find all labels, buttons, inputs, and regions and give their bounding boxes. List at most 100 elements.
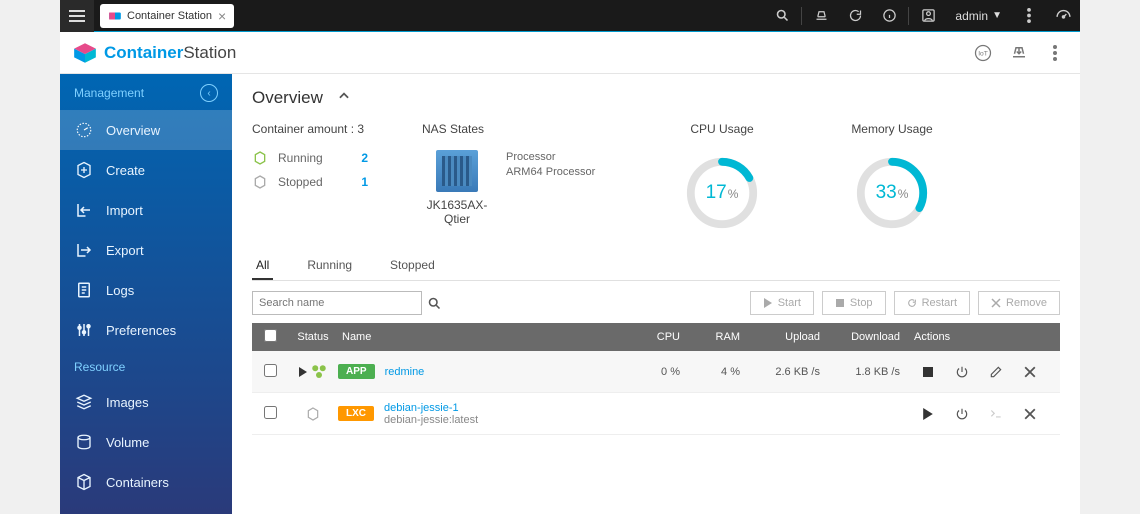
create-icon: [74, 160, 94, 180]
username: admin: [955, 9, 988, 23]
hamburger-icon[interactable]: [60, 0, 94, 32]
sidebar-item-overview[interactable]: Overview: [60, 110, 232, 150]
nas-name: JK1635AX-Qtier: [422, 198, 492, 226]
power-icon[interactable]: [954, 364, 970, 380]
nav-label: Overview: [106, 123, 160, 138]
sidebar-item-create[interactable]: Create: [60, 150, 232, 190]
table-row: LXC debian-jessie-1 debian-jessie:latest: [252, 393, 1060, 435]
power-icon[interactable]: [954, 406, 970, 422]
nav-label: Import: [106, 203, 143, 218]
info-icon[interactable]: [872, 0, 906, 32]
app-logo: ContainerStation: [72, 40, 236, 66]
row-checkbox[interactable]: [264, 364, 277, 377]
brand-b: Station: [183, 43, 236, 63]
remove-icon[interactable]: [1022, 364, 1038, 380]
collapse-icon[interactable]: ‹: [200, 84, 218, 102]
iot-icon[interactable]: IoT: [970, 40, 996, 66]
content: Overview Container amount : 3 Running 2 …: [232, 74, 1080, 514]
refresh-icon[interactable]: [838, 0, 872, 32]
select-all-checkbox[interactable]: [264, 329, 277, 342]
sidebar-section-management: Management ‹: [60, 74, 232, 110]
search-input[interactable]: [252, 291, 422, 315]
dashboard-icon[interactable]: [1046, 0, 1080, 32]
type-badge: APP: [338, 364, 375, 379]
export-icon[interactable]: [1006, 40, 1032, 66]
caret-down-icon: ▼: [992, 10, 1002, 21]
tab-all[interactable]: All: [252, 252, 273, 280]
notifications-icon[interactable]: [804, 0, 838, 32]
sidebar: Management ‹ Overview Create Import Expo…: [60, 74, 232, 514]
restart-button[interactable]: Restart: [894, 291, 970, 315]
more-icon[interactable]: [1012, 0, 1046, 32]
sidebar-item-images[interactable]: Images: [60, 382, 232, 422]
play-status-icon: [299, 367, 307, 377]
app-type-icon: [310, 363, 328, 381]
volume-icon: [74, 432, 94, 452]
filter-tabs: All Running Stopped: [252, 252, 1060, 281]
container-station-icon: [108, 9, 122, 23]
remove-button[interactable]: Remove: [978, 291, 1060, 315]
edit-icon[interactable]: [988, 364, 1004, 380]
tab-title: Container Station: [127, 10, 212, 22]
search-icon[interactable]: [765, 0, 799, 32]
app-header: ContainerStation IoT: [60, 32, 1080, 74]
download-cell: 1.8 KB /s: [830, 366, 910, 378]
nav-label: Export: [106, 243, 144, 258]
upload-cell: 2.6 KB /s: [750, 366, 830, 378]
container-table: Status Name CPU RAM Upload Download Acti…: [252, 323, 1060, 435]
terminal-icon[interactable]: [988, 406, 1004, 422]
sidebar-item-containers[interactable]: Containers: [60, 462, 232, 502]
overview-icon: [74, 120, 94, 140]
memory-gauge: 33%: [853, 154, 931, 232]
table-row: APP redmine 0 % 4 % 2.6 KB /s 1.8 KB /s: [252, 351, 1060, 393]
nav-label: Volume: [106, 435, 149, 450]
start-button[interactable]: Start: [750, 291, 814, 315]
nav-label: Create: [106, 163, 145, 178]
type-badge: LXC: [338, 406, 374, 421]
user-menu[interactable]: admin ▼: [945, 9, 1012, 23]
processor-info: Processor ARM64 Processor: [506, 150, 595, 181]
cpu-cell: 0 %: [630, 366, 690, 378]
stopped-icon: [252, 174, 268, 190]
logo-icon: [72, 40, 98, 66]
user-icon[interactable]: [911, 0, 945, 32]
dashboard: Container amount : 3 Running 2 Stopped 1…: [252, 122, 1060, 232]
container-name-link[interactable]: debian-jessie-1: [384, 402, 478, 414]
images-icon: [74, 392, 94, 412]
remove-icon[interactable]: [1022, 406, 1038, 422]
tab-stopped[interactable]: Stopped: [386, 252, 439, 280]
app-tab[interactable]: Container Station ×: [100, 4, 234, 28]
stop-icon[interactable]: [920, 364, 936, 380]
row-checkbox[interactable]: [264, 406, 277, 419]
table-header: Status Name CPU RAM Upload Download Acti…: [252, 323, 1060, 351]
lxc-type-icon: [305, 406, 321, 422]
import-icon: [74, 200, 94, 220]
svg-text:IoT: IoT: [978, 50, 988, 57]
stat-stopped: Stopped 1: [252, 174, 392, 190]
close-icon[interactable]: ×: [218, 8, 226, 24]
ram-cell: 4 %: [690, 366, 750, 378]
export-icon: [74, 240, 94, 260]
more-icon[interactable]: [1042, 40, 1068, 66]
chevron-up-icon[interactable]: [337, 88, 351, 108]
nav-label: Preferences: [106, 323, 176, 338]
stop-button[interactable]: Stop: [822, 291, 886, 315]
nas-states-label: NAS States: [422, 122, 622, 136]
nas-image: [436, 150, 478, 192]
sidebar-item-export[interactable]: Export: [60, 230, 232, 270]
sidebar-item-logs[interactable]: Logs: [60, 270, 232, 310]
nav-label: Containers: [106, 475, 169, 490]
stat-running: Running 2: [252, 150, 392, 166]
container-name-link[interactable]: redmine: [385, 366, 425, 378]
search-icon[interactable]: [422, 291, 446, 315]
container-amount-label: Container amount : 3: [252, 122, 392, 136]
memory-usage-label: Memory Usage: [851, 122, 932, 136]
sidebar-item-volume[interactable]: Volume: [60, 422, 232, 462]
sidebar-section-resource: Resource: [60, 350, 232, 382]
page-title: Overview: [252, 88, 1060, 108]
sidebar-item-import[interactable]: Import: [60, 190, 232, 230]
preferences-icon: [74, 320, 94, 340]
tab-running[interactable]: Running: [303, 252, 356, 280]
sidebar-item-preferences[interactable]: Preferences: [60, 310, 232, 350]
play-icon[interactable]: [920, 406, 936, 422]
